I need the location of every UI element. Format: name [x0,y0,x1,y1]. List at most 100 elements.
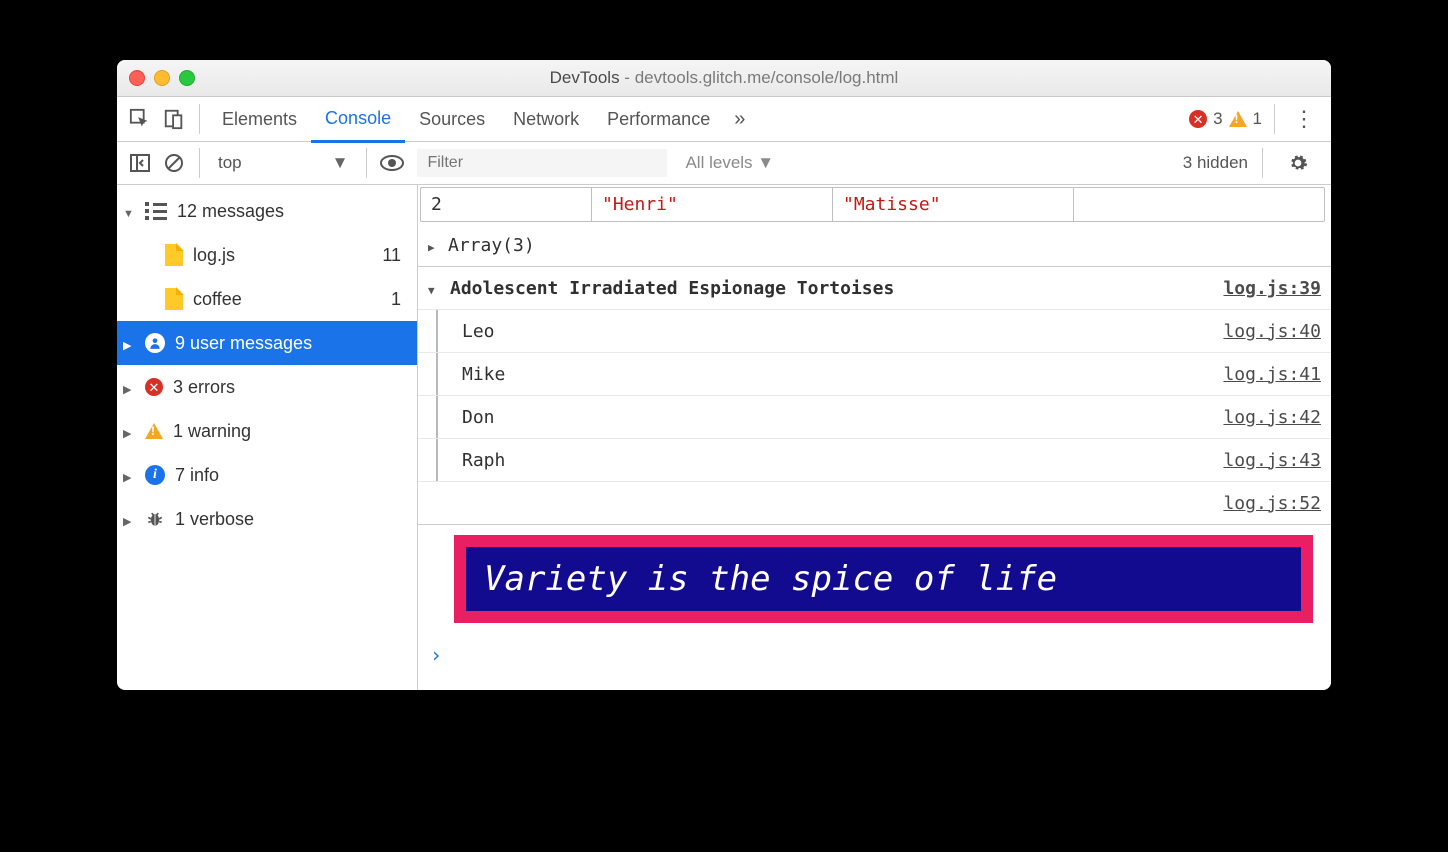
chevron-right-icon [123,421,135,442]
context-selector[interactable]: top ▼ [208,153,358,173]
log-text: Mike [462,364,505,385]
log-text: Raph [462,450,505,471]
messages-icon [145,202,167,220]
source-link[interactable]: log.js:39 [1223,278,1321,299]
sidebar-item-info[interactable]: i 7 info [117,453,417,497]
mac-titlebar: DevTools - devtools.glitch.me/console/lo… [117,60,1331,97]
warning-icon: ! [145,423,163,439]
sidebar-file-logjs[interactable]: log.js 11 [117,233,417,277]
chevron-right-icon [123,465,135,486]
separator [1274,104,1275,134]
window-url: devtools.glitch.me/console/log.html [635,68,899,87]
log-group-item[interactable]: Don log.js:42 [418,396,1331,439]
devtools-tabbar: Elements Console Sources Network Perform… [117,97,1331,142]
chevron-right-icon [123,509,135,530]
info-icon: i [145,465,165,485]
separator [199,148,200,178]
more-tabs-button[interactable]: » [724,108,755,131]
source-link[interactable]: log.js:40 [1223,321,1321,342]
app-name: DevTools [550,68,620,87]
warnings-label: 1 warning [173,421,251,442]
log-text: Don [462,407,495,428]
sidebar-item-warnings[interactable]: ! 1 warning [117,409,417,453]
chevron-down-icon [123,201,135,222]
chevron-right-icon [428,235,442,256]
table-row[interactable]: 2 "Henri" "Matisse" [420,187,1325,222]
console-body: 12 messages log.js 11 coffee 1 9 user me… [117,185,1331,690]
sidebar-item-messages[interactable]: 12 messages [117,189,417,233]
log-group-item[interactable]: Leo log.js:40 [418,310,1331,353]
zoom-window-button[interactable] [179,70,195,86]
warning-count: 1 [1253,109,1262,129]
separator [366,148,367,178]
log-group-item[interactable]: Raph log.js:43 [418,439,1331,482]
console-toolbar: top ▼ All levels ▼ 3 hidden [117,142,1331,185]
inspect-element-icon[interactable] [123,102,157,136]
console-sidebar: 12 messages log.js 11 coffee 1 9 user me… [117,185,418,690]
file-count: 1 [391,289,411,310]
context-label: top [218,153,242,173]
log-styled-row[interactable]: log.js:52 [418,482,1331,525]
window-title: DevTools - devtools.glitch.me/console/lo… [117,68,1331,88]
verbose-label: 1 verbose [175,509,254,530]
styled-log-message: Variety is the spice of life [454,535,1313,623]
log-levels-selector[interactable]: All levels ▼ [685,153,774,173]
file-count: 11 [382,245,411,266]
separator [199,104,200,134]
log-array-row[interactable]: Array(3) [418,224,1331,267]
user-messages-label: 9 user messages [175,333,312,354]
warning-icon: ! [1229,111,1247,127]
device-toolbar-icon[interactable] [157,102,191,136]
settings-gear-icon[interactable] [1271,146,1325,180]
error-count: 3 [1213,109,1222,129]
source-link[interactable]: log.js:52 [1223,493,1321,514]
array-label: Array(3) [442,235,535,256]
sidebar-item-user-messages[interactable]: 9 user messages [117,321,417,365]
tab-sources[interactable]: Sources [405,97,499,141]
sidebar-file-coffee[interactable]: coffee 1 [117,277,417,321]
traffic-lights [129,70,195,86]
log-group-item[interactable]: Mike log.js:41 [418,353,1331,396]
sidebar-item-verbose[interactable]: 1 verbose [117,497,417,541]
minimize-window-button[interactable] [154,70,170,86]
info-label: 7 info [175,465,219,486]
tab-performance[interactable]: Performance [593,97,724,141]
console-prompt[interactable]: › [418,633,1331,677]
table-cell-index: 2 [421,188,592,221]
chevron-right-icon [123,333,135,354]
error-icon: ✕ [1189,110,1207,128]
separator [1262,148,1263,178]
table-cell-last: "Matisse" [833,188,1074,221]
clear-console-icon[interactable] [157,146,191,180]
file-icon [165,288,183,310]
group-title: Adolescent Irradiated Espionage Tortoise… [442,278,894,299]
toggle-sidebar-icon[interactable] [123,146,157,180]
source-link[interactable]: log.js:42 [1223,407,1321,428]
tab-elements[interactable]: Elements [208,97,311,141]
chevron-down-icon [428,278,442,299]
source-link[interactable]: log.js:43 [1223,450,1321,471]
live-expression-icon[interactable] [375,146,409,180]
hidden-count[interactable]: 3 hidden [1183,153,1254,173]
status-badges[interactable]: ✕ 3 ! 1 [1189,109,1262,129]
errors-label: 3 errors [173,377,235,398]
source-link[interactable]: log.js:41 [1223,364,1321,385]
tab-console[interactable]: Console [311,96,405,143]
table-cell-first: "Henri" [592,188,833,221]
error-icon: ✕ [145,378,163,396]
devtools-window: DevTools - devtools.glitch.me/console/lo… [117,60,1331,690]
tab-network[interactable]: Network [499,97,593,141]
file-icon [165,244,183,266]
console-output: 2 "Henri" "Matisse" Array(3) Adolescent … [418,185,1331,690]
file-name: coffee [193,289,242,310]
chevron-right-icon [123,377,135,398]
sidebar-item-errors[interactable]: ✕ 3 errors [117,365,417,409]
kebab-menu-icon[interactable]: ⋮ [1283,106,1325,132]
close-window-button[interactable] [129,70,145,86]
log-group-header[interactable]: Adolescent Irradiated Espionage Tortoise… [418,267,1331,310]
filter-input[interactable] [417,149,667,177]
file-name: log.js [193,245,235,266]
table-cell-empty [1074,188,1324,221]
bug-icon [145,509,165,529]
log-text: Leo [462,321,495,342]
